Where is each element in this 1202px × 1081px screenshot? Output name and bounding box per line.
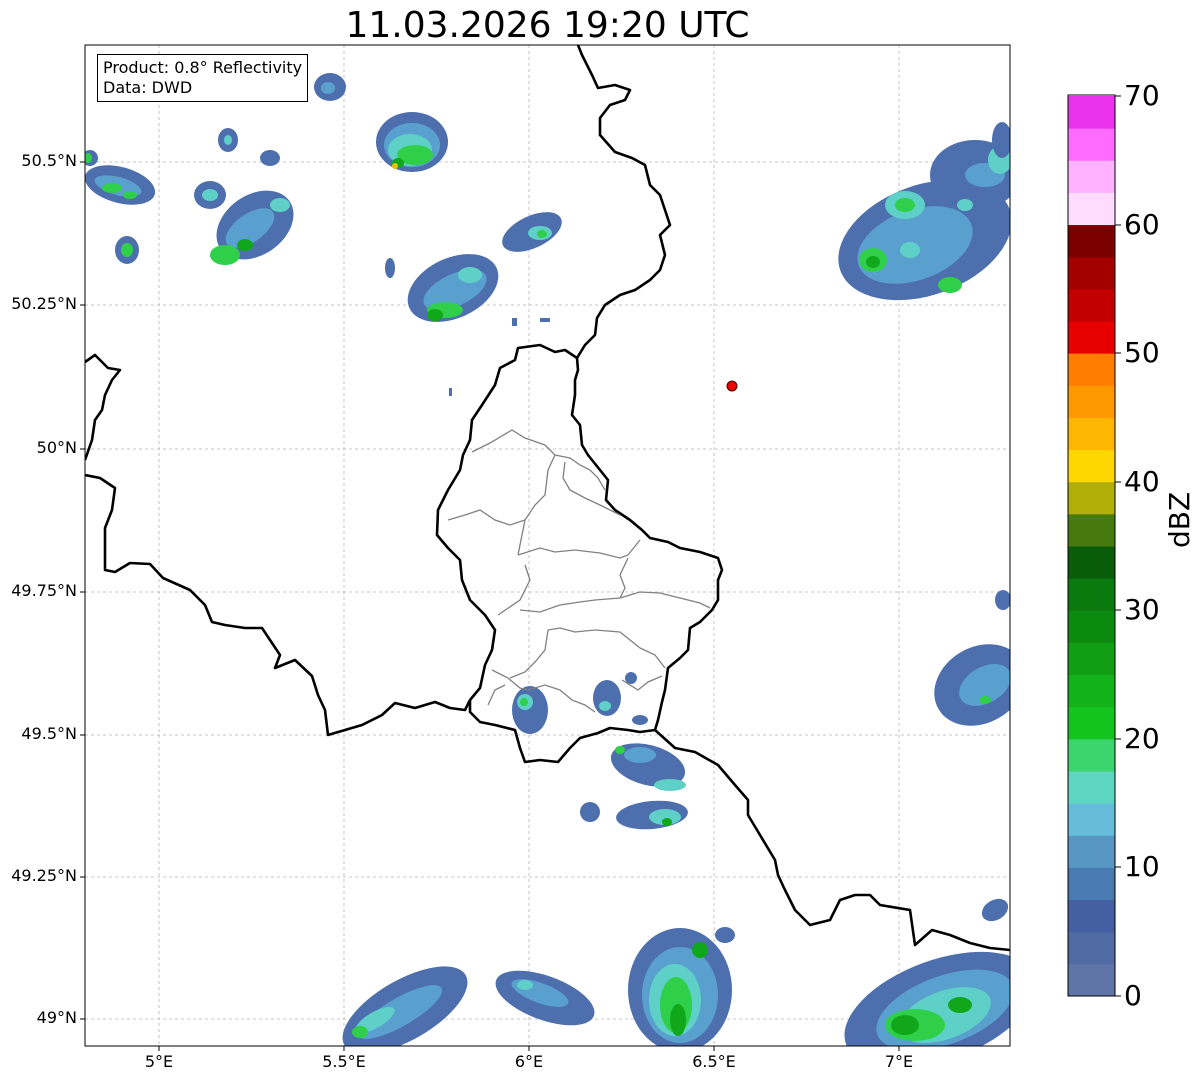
colorbar-ticks bbox=[1115, 95, 1121, 997]
colorbar-segment bbox=[1068, 738, 1115, 772]
colorbar-segment bbox=[1068, 449, 1115, 483]
colorbar-segment bbox=[1068, 771, 1115, 804]
colorbar-segment bbox=[1068, 546, 1115, 579]
colorbar-tick-label: 50 bbox=[1124, 336, 1160, 369]
district-borders bbox=[447, 429, 711, 713]
colorbar-segment bbox=[1068, 160, 1115, 193]
colorbar-segment bbox=[1068, 192, 1115, 226]
colorbar-segment bbox=[1068, 417, 1115, 451]
colorbar-segment bbox=[1068, 835, 1115, 868]
colorbar-segment bbox=[1068, 513, 1115, 547]
colorbar-segment bbox=[1068, 963, 1115, 997]
info-box: Product: 0.8° Reflectivity Data: DWD bbox=[97, 54, 309, 102]
lat-label: 49.75°N bbox=[11, 581, 77, 600]
colorbar-tick-label: 60 bbox=[1124, 208, 1160, 241]
colorbar-segment bbox=[1068, 224, 1115, 258]
colorbar-tick-label: 20 bbox=[1124, 722, 1160, 755]
lon-label: 7°E bbox=[884, 1052, 914, 1071]
colorbar bbox=[1068, 96, 1115, 997]
lon-label: 6°E bbox=[514, 1052, 544, 1071]
echo-cluster-ne bbox=[838, 122, 1010, 301]
lon-label: 6.5°E bbox=[692, 1052, 736, 1071]
colorbar-segment bbox=[1068, 353, 1115, 386]
country-borders bbox=[85, 45, 1010, 952]
colorbar-tick-label: 30 bbox=[1124, 593, 1160, 626]
colorbar-segment bbox=[1068, 706, 1115, 740]
colorbar-segment bbox=[1068, 385, 1115, 418]
colorbar-segment bbox=[1068, 867, 1115, 901]
lat-label: 50.5°N bbox=[21, 151, 77, 170]
colorbar-segment bbox=[1068, 610, 1115, 643]
colorbar-segment bbox=[1068, 803, 1115, 836]
colorbar-tick-label: 40 bbox=[1124, 465, 1160, 498]
echo-cluster-east bbox=[934, 590, 1010, 726]
product-label: Product: 0.8° Reflectivity bbox=[103, 58, 303, 77]
lon-label: 5.5°E bbox=[322, 1052, 366, 1071]
colorbar-segment bbox=[1068, 128, 1115, 161]
lat-label: 49°N bbox=[36, 1008, 77, 1027]
colorbar-tick-label: 70 bbox=[1124, 79, 1160, 112]
lon-label: 5°E bbox=[144, 1052, 174, 1071]
radar-map bbox=[80, 44, 1121, 1051]
colorbar-segment bbox=[1068, 674, 1115, 708]
colorbar-segment bbox=[1068, 899, 1115, 933]
colorbar-segment bbox=[1068, 578, 1115, 611]
colorbar-segment bbox=[1068, 96, 1115, 129]
radar-echoes bbox=[85, 73, 1010, 1046]
lat-label: 50°N bbox=[36, 438, 77, 457]
data-source-label: Data: DWD bbox=[103, 78, 193, 97]
colorbar-segment bbox=[1068, 931, 1115, 965]
echo-cluster-south bbox=[342, 898, 1010, 1046]
colorbar-segment bbox=[1068, 481, 1115, 515]
colorbar-label: dBZ bbox=[1163, 491, 1196, 548]
colorbar-segment bbox=[1068, 321, 1115, 354]
lat-label: 50.25°N bbox=[11, 294, 77, 313]
lat-label: 49.5°N bbox=[21, 724, 77, 743]
colorbar-segment bbox=[1068, 288, 1115, 322]
colorbar-tick-label: 10 bbox=[1124, 850, 1160, 883]
lat-label: 49.25°N bbox=[11, 866, 77, 885]
location-marker bbox=[726, 380, 738, 392]
colorbar-segment bbox=[1068, 256, 1115, 290]
colorbar-segment bbox=[1068, 642, 1115, 676]
colorbar-tick-label: 0 bbox=[1124, 979, 1142, 1012]
echo-cluster-nw bbox=[85, 128, 294, 265]
